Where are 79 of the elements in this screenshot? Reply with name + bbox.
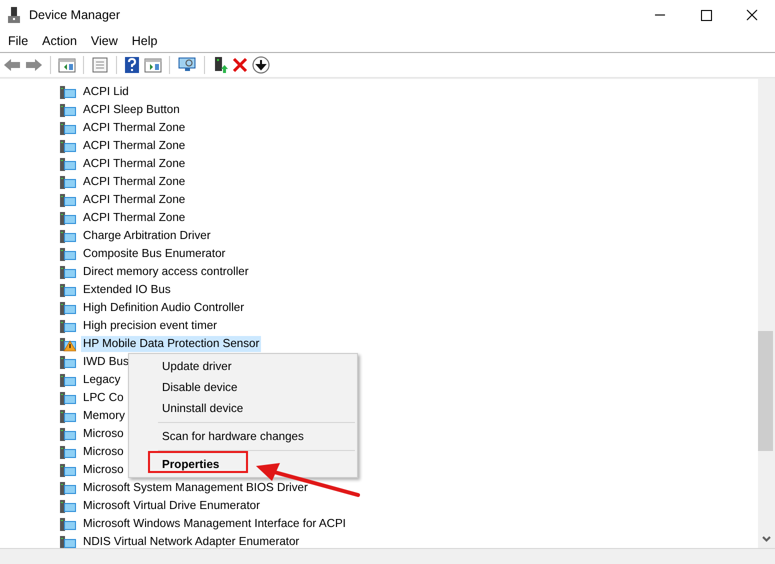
- menu-item[interactable]: Action: [35, 34, 84, 48]
- menu-item[interactable]: Disable device: [129, 377, 357, 398]
- device-manager-icon: [8, 7, 20, 23]
- tree-item[interactable]: Microsoft System Management BIOS Driver: [81, 480, 310, 496]
- tree-item[interactable]: HP Mobile Data Protection Sensor: [81, 336, 262, 352]
- tree-item[interactable]: NDIS Virtual Network Adapter Enumerator: [81, 534, 302, 548]
- device-icon: [60, 156, 76, 172]
- device-icon: [60, 498, 76, 514]
- device-icon: [60, 102, 76, 118]
- tree-item[interactable]: High Definition Audio Controller: [81, 300, 246, 316]
- tree-item[interactable]: Microsoft Windows Management Interface for ACPI: [81, 516, 348, 532]
- forward-arrow-icon[interactable]: [25, 57, 43, 73]
- tree-item[interactable]: High precision event timer: [81, 318, 220, 334]
- menu-item[interactable]: Scan for hardware changes: [129, 426, 357, 447]
- device-icon: [60, 516, 76, 532]
- tree-item[interactable]: Microsoft Virtual Drive Enumerator: [81, 498, 262, 514]
- device-icon: [60, 174, 76, 190]
- tree-item[interactable]: Charge Arbitration Driver: [81, 228, 213, 244]
- tree-item[interactable]: Memory: [81, 408, 127, 424]
- uninstall-icon[interactable]: [232, 57, 248, 73]
- back-arrow-icon[interactable]: [3, 57, 21, 73]
- device-icon: [60, 300, 76, 316]
- download-icon[interactable]: [252, 56, 270, 74]
- device-icon: [60, 282, 76, 298]
- tree-item[interactable]: Composite Bus Enumerator: [81, 246, 228, 262]
- scroll-down-icon[interactable]: [762, 536, 771, 542]
- tree-item[interactable]: Microso: [81, 426, 126, 442]
- properties-icon[interactable]: [91, 57, 109, 73]
- device-icon: [60, 264, 76, 280]
- update-driver-icon[interactable]: [212, 57, 228, 73]
- tree-item[interactable]: ACPI Thermal Zone: [81, 156, 188, 172]
- tree-item[interactable]: Legacy: [81, 372, 122, 388]
- tree-item[interactable]: ACPI Lid: [81, 84, 131, 100]
- menu-item[interactable]: Help: [124, 34, 164, 48]
- tree-item[interactable]: Direct memory access controller: [81, 264, 251, 280]
- device-icon: [60, 318, 76, 334]
- tree-item[interactable]: Extended IO Bus: [81, 282, 173, 298]
- menu-item[interactable]: File: [1, 34, 36, 48]
- help-icon[interactable]: [124, 57, 140, 73]
- device-icon: [60, 408, 76, 424]
- menu-item[interactable]: Update driver: [129, 356, 357, 377]
- scroll-thumb[interactable]: [758, 331, 773, 451]
- device-icon: [60, 462, 76, 478]
- minimize-icon: [655, 14, 665, 16]
- device-icon: [60, 246, 76, 262]
- menu-item[interactable]: Uninstall device: [129, 398, 357, 419]
- device-icon: [60, 444, 76, 460]
- tree-item[interactable]: ACPI Thermal Zone: [81, 192, 188, 208]
- tree-item[interactable]: ACPI Thermal Zone: [81, 174, 188, 190]
- menu-item[interactable]: Properties: [129, 454, 357, 475]
- device-icon: [60, 120, 76, 136]
- device-icon: [60, 534, 76, 548]
- tree-item[interactable]: Microso: [81, 444, 126, 460]
- device-icon: [60, 84, 76, 100]
- device-icon: [60, 480, 76, 496]
- device-icon: [60, 354, 76, 370]
- scan-monitor-icon[interactable]: [177, 57, 197, 73]
- device-icon: [60, 210, 76, 226]
- device-icon: [60, 228, 76, 244]
- scrollbar[interactable]: [758, 79, 775, 548]
- tree-item[interactable]: ACPI Thermal Zone: [81, 120, 188, 136]
- tree-item[interactable]: IWD Bus: [81, 354, 131, 370]
- tree-item[interactable]: ACPI Thermal Zone: [81, 210, 188, 226]
- tree-item[interactable]: LPC Co: [81, 390, 126, 406]
- device-icon: [60, 138, 76, 154]
- device-icon: [60, 390, 76, 406]
- tree-item[interactable]: ACPI Thermal Zone: [81, 138, 188, 154]
- device-warning-icon: [60, 336, 76, 352]
- device-icon: [60, 192, 76, 208]
- maximize-icon: [701, 10, 712, 21]
- tree-item[interactable]: ACPI Sleep Button: [81, 102, 182, 118]
- action-pane-icon[interactable]: [144, 57, 162, 73]
- menu-item[interactable]: View: [84, 34, 125, 48]
- close-icon: [746, 10, 758, 20]
- tree-item[interactable]: Microso: [81, 462, 126, 478]
- window-title: Device Manager: [29, 8, 120, 22]
- console-tree-icon[interactable]: [58, 57, 76, 73]
- device-icon: [60, 372, 76, 388]
- device-icon: [60, 426, 76, 442]
